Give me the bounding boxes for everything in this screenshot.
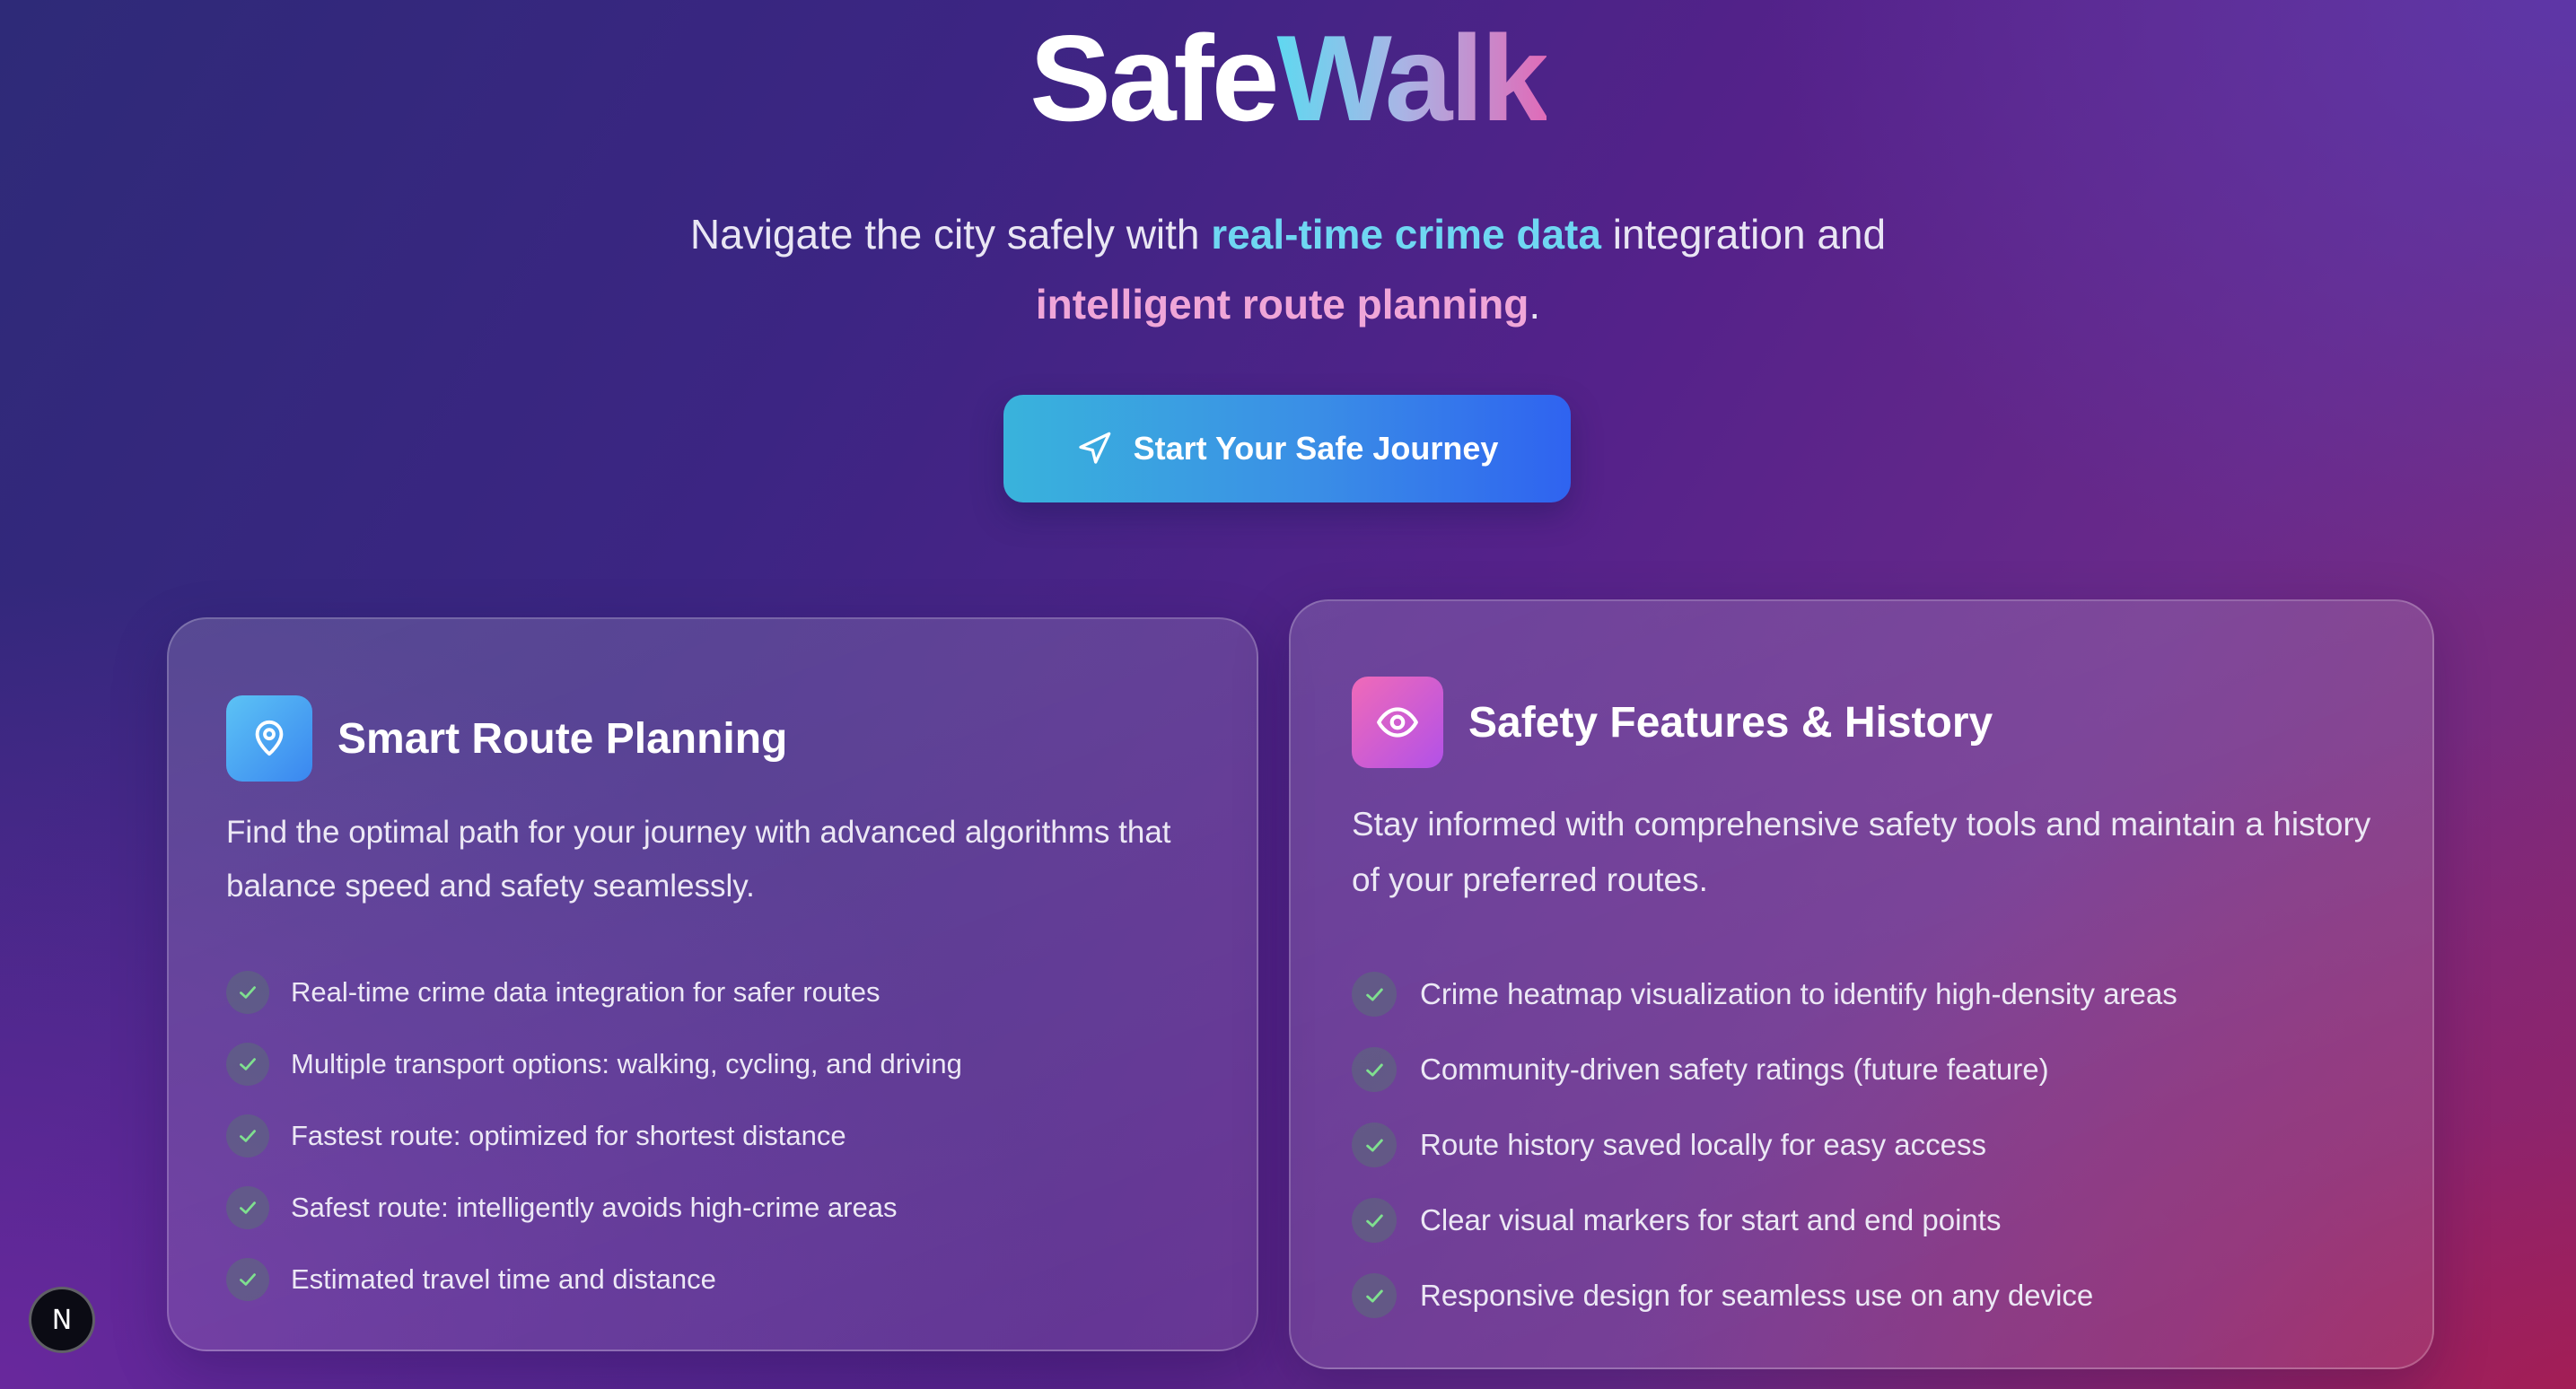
list-item: Multiple transport options: walking, cyc… <box>226 1028 962 1100</box>
app-title-part-safe: Safe <box>1030 10 1279 146</box>
feature-text: Clear visual markers for start and end p… <box>1420 1203 2002 1236</box>
feature-text: Crime heatmap visualization to identify … <box>1420 977 2177 1010</box>
check-icon <box>226 1114 269 1158</box>
list-item: Estimated travel time and distance <box>226 1244 962 1315</box>
check-icon <box>226 971 269 1014</box>
dev-tools-badge-label: N <box>51 1304 73 1336</box>
feature-text: Multiple transport options: walking, cyc… <box>291 1048 962 1079</box>
app-title: SafeWalk <box>0 11 2576 145</box>
navigation-arrow-icon <box>1078 432 1110 464</box>
list-item: Safest route: intelligently avoids high-… <box>226 1172 962 1244</box>
subtitle-highlight-route-planning: intelligent route planning <box>1035 281 1529 328</box>
subtitle-text-mid: integration and <box>1600 211 1887 258</box>
check-icon <box>1352 1198 1397 1243</box>
list-item: Clear visual markers for start and end p… <box>1352 1183 2177 1258</box>
card-title: Smart Route Planning <box>337 714 788 763</box>
list-item: Route history saved locally for easy acc… <box>1352 1107 2177 1183</box>
check-icon <box>1352 1123 1397 1167</box>
eye-icon <box>1377 707 1418 738</box>
check-icon <box>226 1186 269 1229</box>
list-item: Fastest route: optimized for shortest di… <box>226 1100 962 1172</box>
subtitle-highlight-crime-data: real-time crime data <box>1211 211 1601 258</box>
check-icon <box>226 1043 269 1086</box>
map-pin-icon <box>255 721 284 756</box>
feature-list: Crime heatmap visualization to identify … <box>1352 957 2177 1333</box>
card-description: Stay informed with comprehensive safety … <box>1352 806 2371 898</box>
subtitle-text-end: . <box>1529 281 1541 328</box>
list-item: Real-time crime data integration for saf… <box>226 957 962 1028</box>
card-icon-tile <box>226 695 312 782</box>
feature-text: Route history saved locally for easy acc… <box>1420 1128 1986 1161</box>
feature-text: Community-driven safety ratings (future … <box>1420 1053 2049 1086</box>
feature-card-safety-history: Safety Features & History Stay informed … <box>1289 599 2434 1369</box>
feature-card-route-planning: Smart Route Planning Find the optimal pa… <box>167 617 1258 1351</box>
check-icon <box>1352 1273 1397 1318</box>
list-item: Community-driven safety ratings (future … <box>1352 1032 2177 1107</box>
card-description: Find the optimal path for your journey w… <box>226 815 1171 904</box>
feature-text: Safest route: intelligently avoids high-… <box>291 1192 898 1223</box>
subtitle-text-start: Navigate the city safely with <box>689 211 1212 258</box>
check-icon <box>1352 972 1397 1017</box>
feature-text: Estimated travel time and distance <box>291 1263 716 1295</box>
check-icon <box>1352 1047 1397 1092</box>
dev-tools-badge[interactable]: N <box>29 1287 95 1353</box>
check-icon <box>226 1258 269 1301</box>
feature-list: Real-time crime data integration for saf… <box>226 957 962 1315</box>
start-journey-button[interactable]: Start Your Safe Journey <box>1003 395 1571 502</box>
card-header: Safety Features & History <box>1352 662 1993 783</box>
hero-subtitle: Navigate the city safely with real-time … <box>660 199 1916 339</box>
app-title-part-walk: Walk <box>1276 10 1548 146</box>
card-title: Safety Features & History <box>1468 698 1993 747</box>
card-icon-tile <box>1352 677 1443 769</box>
feature-text: Fastest route: optimized for shortest di… <box>291 1120 846 1151</box>
feature-text: Responsive design for seamless use on an… <box>1420 1279 2094 1312</box>
list-item: Responsive design for seamless use on an… <box>1352 1258 2177 1333</box>
start-journey-label: Start Your Safe Journey <box>1133 430 1499 467</box>
feature-text: Real-time crime data integration for saf… <box>291 976 881 1008</box>
list-item: Crime heatmap visualization to identify … <box>1352 957 2177 1032</box>
card-header: Smart Route Planning <box>226 678 787 799</box>
